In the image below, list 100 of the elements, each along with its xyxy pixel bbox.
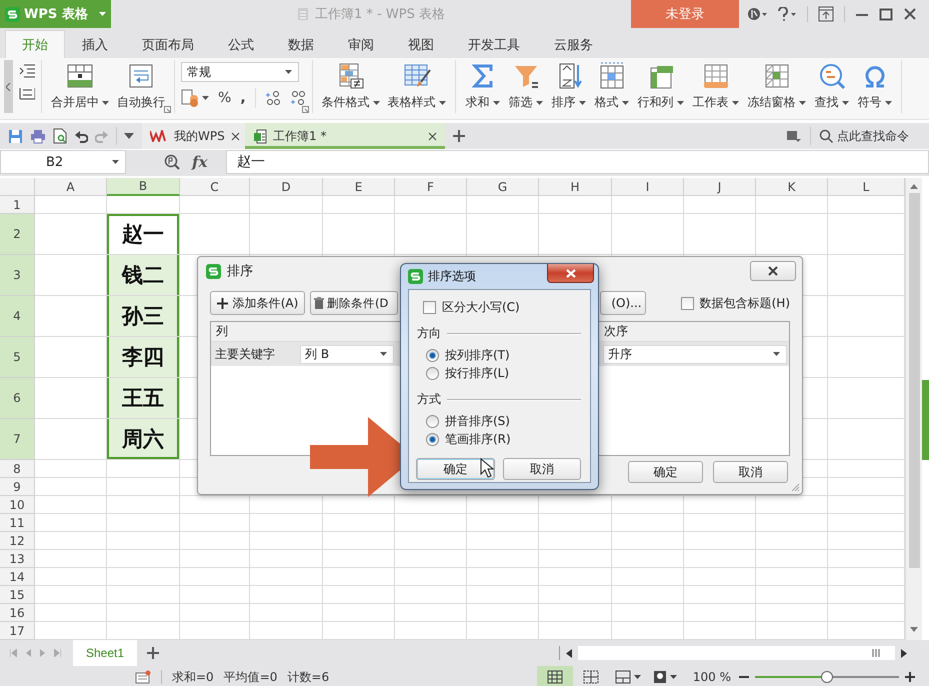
table-cell[interactable] xyxy=(107,460,180,478)
table-cell[interactable] xyxy=(756,568,828,586)
table-cell[interactable] xyxy=(250,604,323,622)
checkbox[interactable] xyxy=(680,296,694,310)
table-cell[interactable] xyxy=(35,196,107,214)
save-icon[interactable] xyxy=(8,128,23,144)
table-cell[interactable] xyxy=(35,550,107,568)
table-cell[interactable] xyxy=(35,604,107,622)
last-sheet-icon[interactable] xyxy=(54,649,61,657)
table-cell[interactable] xyxy=(180,532,250,550)
table-cell[interactable] xyxy=(684,550,756,568)
first-sheet-icon[interactable] xyxy=(10,649,17,657)
function-button[interactable]: fx xyxy=(192,153,208,171)
row-header[interactable]: 15 xyxy=(0,586,35,604)
table-cell[interactable]: 周六 xyxy=(107,419,180,460)
column-header[interactable]: I xyxy=(612,178,684,196)
close-button[interactable] xyxy=(750,261,796,281)
resize-grip-icon[interactable] xyxy=(791,483,800,492)
table-cell[interactable]: 李四 xyxy=(107,337,180,378)
cancel-button[interactable]: 取消 xyxy=(713,461,788,483)
table-cell[interactable] xyxy=(180,214,250,255)
table-cell[interactable]: 孙三 xyxy=(107,296,180,337)
table-cell[interactable] xyxy=(612,586,684,604)
formula-field[interactable]: 赵一 xyxy=(226,150,929,174)
table-cell[interactable] xyxy=(180,514,250,532)
redo-icon[interactable] xyxy=(95,129,109,143)
name-box[interactable]: B2 xyxy=(0,150,126,174)
menu-tab[interactable]: 审阅 xyxy=(331,30,391,58)
table-cell[interactable] xyxy=(323,214,395,255)
radio-button[interactable] xyxy=(426,432,439,446)
menu-tab[interactable]: 开始 xyxy=(5,30,65,58)
table-cell[interactable] xyxy=(539,214,612,255)
table-cell[interactable] xyxy=(107,604,180,622)
table-cell[interactable] xyxy=(467,586,539,604)
comma-button[interactable]: , xyxy=(240,90,246,106)
table-cell[interactable] xyxy=(107,478,180,496)
ribbon-button[interactable]: 求和 xyxy=(462,60,504,113)
close-icon[interactable] xyxy=(428,132,437,140)
ribbon-button[interactable]: 自动换行 xyxy=(113,60,169,113)
column-header[interactable]: H xyxy=(539,178,612,196)
row-header[interactable]: 11 xyxy=(0,514,35,532)
column-header[interactable]: B xyxy=(107,178,180,196)
checkbox[interactable] xyxy=(423,301,436,314)
table-cell[interactable] xyxy=(684,532,756,550)
table-cell[interactable] xyxy=(395,568,467,586)
skin-icon[interactable] xyxy=(747,7,767,21)
command-search-field[interactable]: 点此查找命令 xyxy=(819,129,923,143)
menu-tab[interactable]: 插入 xyxy=(65,30,125,58)
table-cell[interactable] xyxy=(612,568,684,586)
table-cell[interactable] xyxy=(612,196,684,214)
table-cell[interactable] xyxy=(756,550,828,568)
ok-button[interactable]: 确定 xyxy=(628,461,703,483)
row-header[interactable]: 7 xyxy=(0,419,35,460)
add-condition-button[interactable]: 添加条件(A) xyxy=(210,291,305,315)
print-preview-icon[interactable] xyxy=(53,128,67,144)
column-header[interactable]: D xyxy=(250,178,323,196)
table-cell[interactable] xyxy=(323,550,395,568)
table-cell[interactable] xyxy=(180,196,250,214)
table-cell[interactable] xyxy=(467,214,539,255)
print-icon[interactable] xyxy=(30,128,46,144)
table-cell[interactable] xyxy=(684,604,756,622)
table-cell[interactable] xyxy=(539,550,612,568)
table-cell[interactable] xyxy=(467,496,539,514)
table-cell[interactable] xyxy=(395,586,467,604)
table-cell[interactable] xyxy=(467,550,539,568)
table-cell[interactable] xyxy=(35,568,107,586)
table-cell[interactable]: 王五 xyxy=(107,378,180,419)
table-cell[interactable] xyxy=(180,550,250,568)
percent-button[interactable]: % xyxy=(218,90,232,106)
ribbon-button[interactable]: 筛选 xyxy=(504,60,547,113)
table-cell[interactable] xyxy=(395,196,467,214)
table-cell[interactable] xyxy=(756,532,828,550)
table-cell[interactable] xyxy=(35,460,107,478)
table-cell[interactable] xyxy=(756,496,828,514)
table-cell[interactable] xyxy=(35,532,107,550)
row-header[interactable]: 6 xyxy=(0,378,35,419)
table-cell[interactable] xyxy=(395,532,467,550)
table-cell[interactable]: 赵一 xyxy=(107,214,180,255)
table-cell[interactable] xyxy=(250,586,323,604)
table-cell[interactable] xyxy=(539,496,612,514)
radio-button[interactable] xyxy=(426,366,439,380)
dropdown-icon[interactable] xyxy=(124,133,134,139)
row-header[interactable]: 4 xyxy=(0,296,35,337)
table-cell[interactable] xyxy=(180,496,250,514)
table-cell[interactable] xyxy=(180,586,250,604)
delete-condition-button[interactable]: 删除条件(D xyxy=(310,291,398,315)
table-cell[interactable] xyxy=(756,214,828,255)
row-header[interactable]: 1 xyxy=(0,196,35,214)
column-header[interactable]: L xyxy=(828,178,905,196)
table-cell[interactable] xyxy=(250,214,323,255)
table-cell[interactable] xyxy=(756,586,828,604)
table-cell[interactable] xyxy=(180,604,250,622)
table-cell[interactable]: 钱二 xyxy=(107,255,180,296)
table-cell[interactable] xyxy=(467,196,539,214)
table-cell[interactable] xyxy=(395,514,467,532)
table-cell[interactable] xyxy=(756,604,828,622)
table-cell[interactable] xyxy=(35,478,107,496)
table-cell[interactable] xyxy=(107,514,180,532)
increase-decimal-icon[interactable] xyxy=(264,90,281,106)
table-cell[interactable] xyxy=(323,586,395,604)
